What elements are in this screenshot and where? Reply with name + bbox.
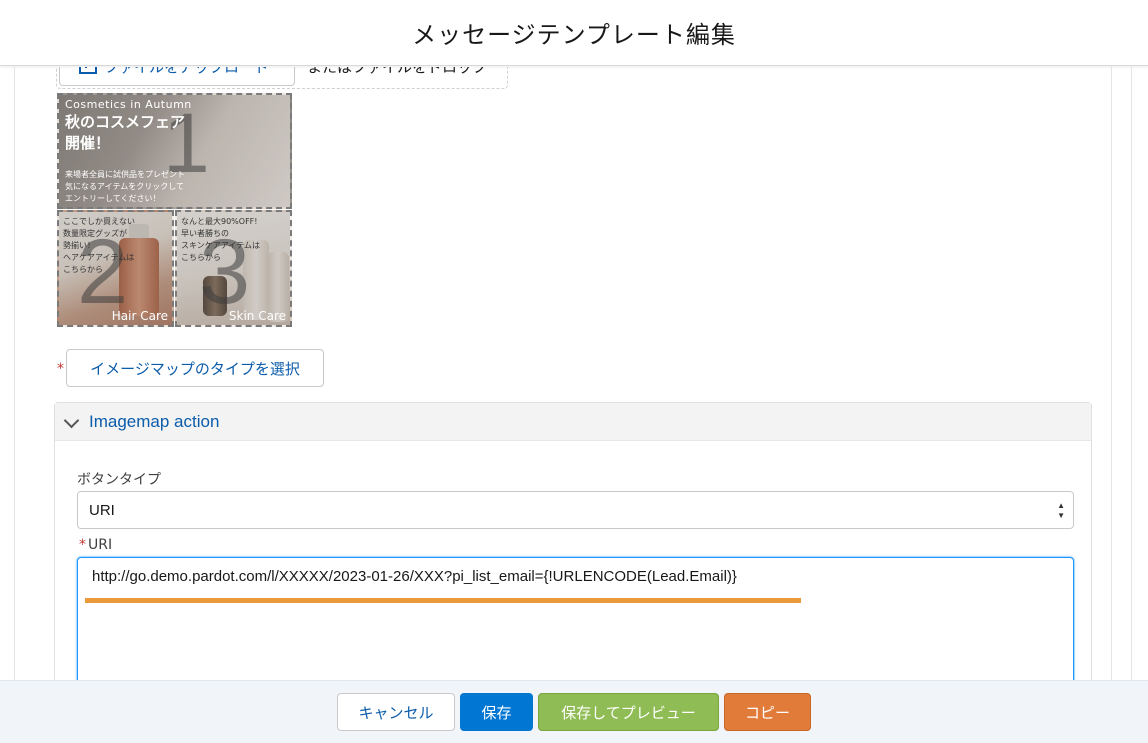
area-description: なんと最大90%OFF! 早い者勝ちの スキンケアアイテムは こちらから [181,217,260,262]
panel-border-left [14,67,15,680]
area-label: Hair Care [111,309,168,323]
banner-subtitle: Cosmetics in Autumn [65,98,192,111]
upload-file-button[interactable]: ファイルをアップロード [59,67,295,86]
section-header[interactable]: Imagemap action [55,403,1091,441]
upload-icon [78,67,97,74]
copy-button[interactable]: コピー [724,693,811,731]
imagemap-action-section: Imagemap action ボタンタイプ URI ▲ ▼ * URI http:… [54,402,1092,680]
cancel-button[interactable]: キャンセル [337,693,455,731]
file-drop-zone[interactable]: ファイルをアップロード またはファイルをドロップ [56,67,508,89]
drop-files-text: またはファイルをドロップ [307,67,487,77]
banner-title: 秋のコスメフェア 開催！ [65,113,186,152]
uri-textarea[interactable]: http://go.demo.pardot.com/l/XXXXX/2023-0… [77,557,1074,680]
button-type-label: ボタンタイプ [77,472,161,488]
imagemap-area-1[interactable]: 1 Cosmetics in Autumn 秋のコスメフェア 開催！ 来場者全員… [57,93,292,209]
chevron-down-icon[interactable] [65,416,77,428]
required-marker: * [57,361,64,377]
select-imagemap-type-button[interactable]: イメージマップのタイプを選択 [66,349,324,387]
save-and-preview-button[interactable]: 保存してプレビュー [538,693,719,731]
uri-highlight-underline [85,598,801,603]
imagemap-area-2[interactable]: 2 ここでしか買えない 数量限定グッズが 勢揃い！ ヘアケアアイテムは こちらか… [57,210,174,327]
panel-border-right [1111,67,1112,680]
imagemap-preview: 1 Cosmetics in Autumn 秋のコスメフェア 開催！ 来場者全員… [56,92,293,328]
uri-label: * URI [79,537,113,553]
section-title: Imagemap action [89,411,220,431]
modal-body[interactable]: ファイルをアップロード またはファイルをドロップ 1 Cosmetics in … [0,67,1148,680]
button-type-value: URI [89,501,115,519]
area-description: ここでしか買えない 数量限定グッズが 勢揃い！ ヘアケアアイテムは こちらから [63,217,135,274]
save-button[interactable]: 保存 [460,693,533,731]
upload-button-label: ファイルをアップロード [104,67,269,77]
button-type-select[interactable]: URI ▲ ▼ [77,491,1074,529]
area-label: Skin Care [228,309,286,323]
select-arrows-icon: ▲ ▼ [1057,501,1065,520]
required-marker: * [79,537,86,553]
modal-footer: キャンセル 保存 保存してプレビュー コピー [0,680,1148,743]
banner-description: 来場者全員に試供品をプレゼント 気になるアイテムをクリックして エントリーしてく… [65,170,185,203]
imagemap-area-3[interactable]: 3 なんと最大90%OFF! 早い者勝ちの スキンケアアイテムは こちらから S… [175,210,292,327]
page-title: メッセージテンプレート編集 [412,21,736,49]
scrollbar-track[interactable] [1131,67,1132,680]
modal-header: メッセージテンプレート編集 [0,0,1148,66]
